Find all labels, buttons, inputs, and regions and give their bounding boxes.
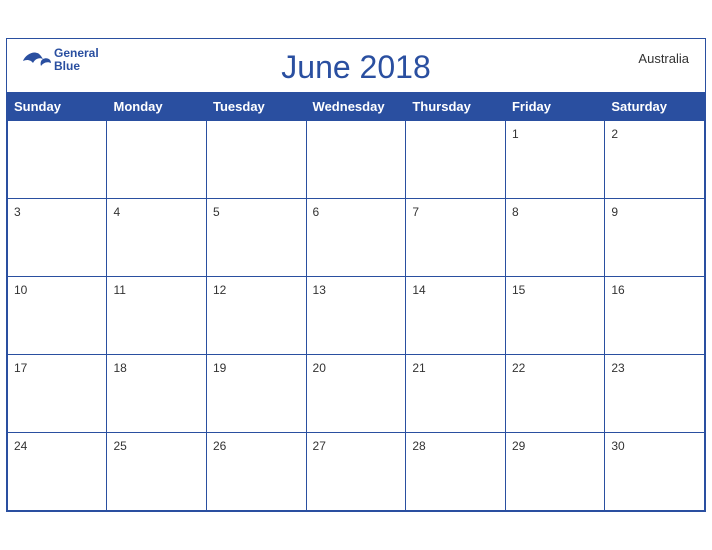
week-row-3: 17 18 19 20 21 22 23 xyxy=(8,355,705,433)
day-cell: 2 xyxy=(605,121,705,199)
week-row-0: 12 xyxy=(8,121,705,199)
day-number: 3 xyxy=(14,205,21,219)
country-label: Australia xyxy=(638,51,689,66)
day-cell: 1 xyxy=(505,121,604,199)
calendar-title: June 2018 xyxy=(281,49,430,86)
week-row-4: 24 25 26 27 28 29 30 xyxy=(8,433,705,511)
week-row-2: 10 11 12 13 14 15 16 xyxy=(8,277,705,355)
week-row-1: 3 4 5 6 7 8 9 xyxy=(8,199,705,277)
day-cell: 3 xyxy=(8,199,107,277)
day-number: 11 xyxy=(113,283,125,297)
day-number: 5 xyxy=(213,205,220,219)
day-cell: 28 xyxy=(406,433,506,511)
header-friday: Friday xyxy=(505,93,604,121)
day-number: 25 xyxy=(113,439,126,453)
day-cell: 19 xyxy=(207,355,307,433)
day-number: 13 xyxy=(313,283,326,297)
day-cell: 6 xyxy=(306,199,406,277)
day-cell: 10 xyxy=(8,277,107,355)
day-cell: 14 xyxy=(406,277,506,355)
day-cell: 30 xyxy=(605,433,705,511)
header-thursday: Thursday xyxy=(406,93,506,121)
day-number: 29 xyxy=(512,439,525,453)
day-cell: 18 xyxy=(107,355,207,433)
calendar-body: 1234567891011121314151617181920212223242… xyxy=(8,121,705,511)
day-cell: 12 xyxy=(207,277,307,355)
logo-blue: Blue xyxy=(54,60,99,73)
weekday-header-row: Sunday Monday Tuesday Wednesday Thursday… xyxy=(8,93,705,121)
day-number: 26 xyxy=(213,439,226,453)
day-cell xyxy=(306,121,406,199)
day-number: 8 xyxy=(512,205,519,219)
header-wednesday: Wednesday xyxy=(306,93,406,121)
day-number: 21 xyxy=(412,361,425,375)
calendar-table: Sunday Monday Tuesday Wednesday Thursday… xyxy=(7,92,705,511)
day-number: 12 xyxy=(213,283,226,297)
day-number: 16 xyxy=(611,283,624,297)
day-cell: 23 xyxy=(605,355,705,433)
day-cell: 16 xyxy=(605,277,705,355)
day-cell: 8 xyxy=(505,199,604,277)
day-cell: 9 xyxy=(605,199,705,277)
day-number: 2 xyxy=(611,127,618,141)
day-cell xyxy=(8,121,107,199)
day-cell: 7 xyxy=(406,199,506,277)
day-cell: 11 xyxy=(107,277,207,355)
day-number: 19 xyxy=(213,361,226,375)
header-saturday: Saturday xyxy=(605,93,705,121)
day-number: 7 xyxy=(412,205,419,219)
day-number: 15 xyxy=(512,283,525,297)
day-number: 23 xyxy=(611,361,624,375)
day-cell: 13 xyxy=(306,277,406,355)
logo-bird-icon xyxy=(23,51,51,69)
day-cell: 25 xyxy=(107,433,207,511)
logo: General Blue xyxy=(23,47,99,73)
day-number: 30 xyxy=(611,439,624,453)
day-number: 9 xyxy=(611,205,618,219)
day-number: 18 xyxy=(113,361,126,375)
header-sunday: Sunday xyxy=(8,93,107,121)
calendar-header: General Blue June 2018 Australia xyxy=(7,39,705,92)
day-number: 28 xyxy=(412,439,425,453)
day-number: 10 xyxy=(14,283,27,297)
calendar: General Blue June 2018 Australia Sunday … xyxy=(6,38,706,512)
day-cell: 24 xyxy=(8,433,107,511)
day-number: 20 xyxy=(313,361,326,375)
day-cell: 26 xyxy=(207,433,307,511)
day-number: 14 xyxy=(412,283,425,297)
day-cell: 17 xyxy=(8,355,107,433)
header-tuesday: Tuesday xyxy=(207,93,307,121)
day-cell: 4 xyxy=(107,199,207,277)
day-cell: 27 xyxy=(306,433,406,511)
day-cell: 22 xyxy=(505,355,604,433)
day-number: 6 xyxy=(313,205,320,219)
day-cell: 20 xyxy=(306,355,406,433)
day-number: 17 xyxy=(14,361,27,375)
day-cell xyxy=(406,121,506,199)
day-cell xyxy=(207,121,307,199)
day-cell: 29 xyxy=(505,433,604,511)
day-cell: 15 xyxy=(505,277,604,355)
day-number: 4 xyxy=(113,205,120,219)
day-cell: 5 xyxy=(207,199,307,277)
header-monday: Monday xyxy=(107,93,207,121)
day-cell: 21 xyxy=(406,355,506,433)
day-number: 24 xyxy=(14,439,27,453)
day-number: 22 xyxy=(512,361,525,375)
day-number: 1 xyxy=(512,127,519,141)
day-cell xyxy=(107,121,207,199)
day-number: 27 xyxy=(313,439,326,453)
